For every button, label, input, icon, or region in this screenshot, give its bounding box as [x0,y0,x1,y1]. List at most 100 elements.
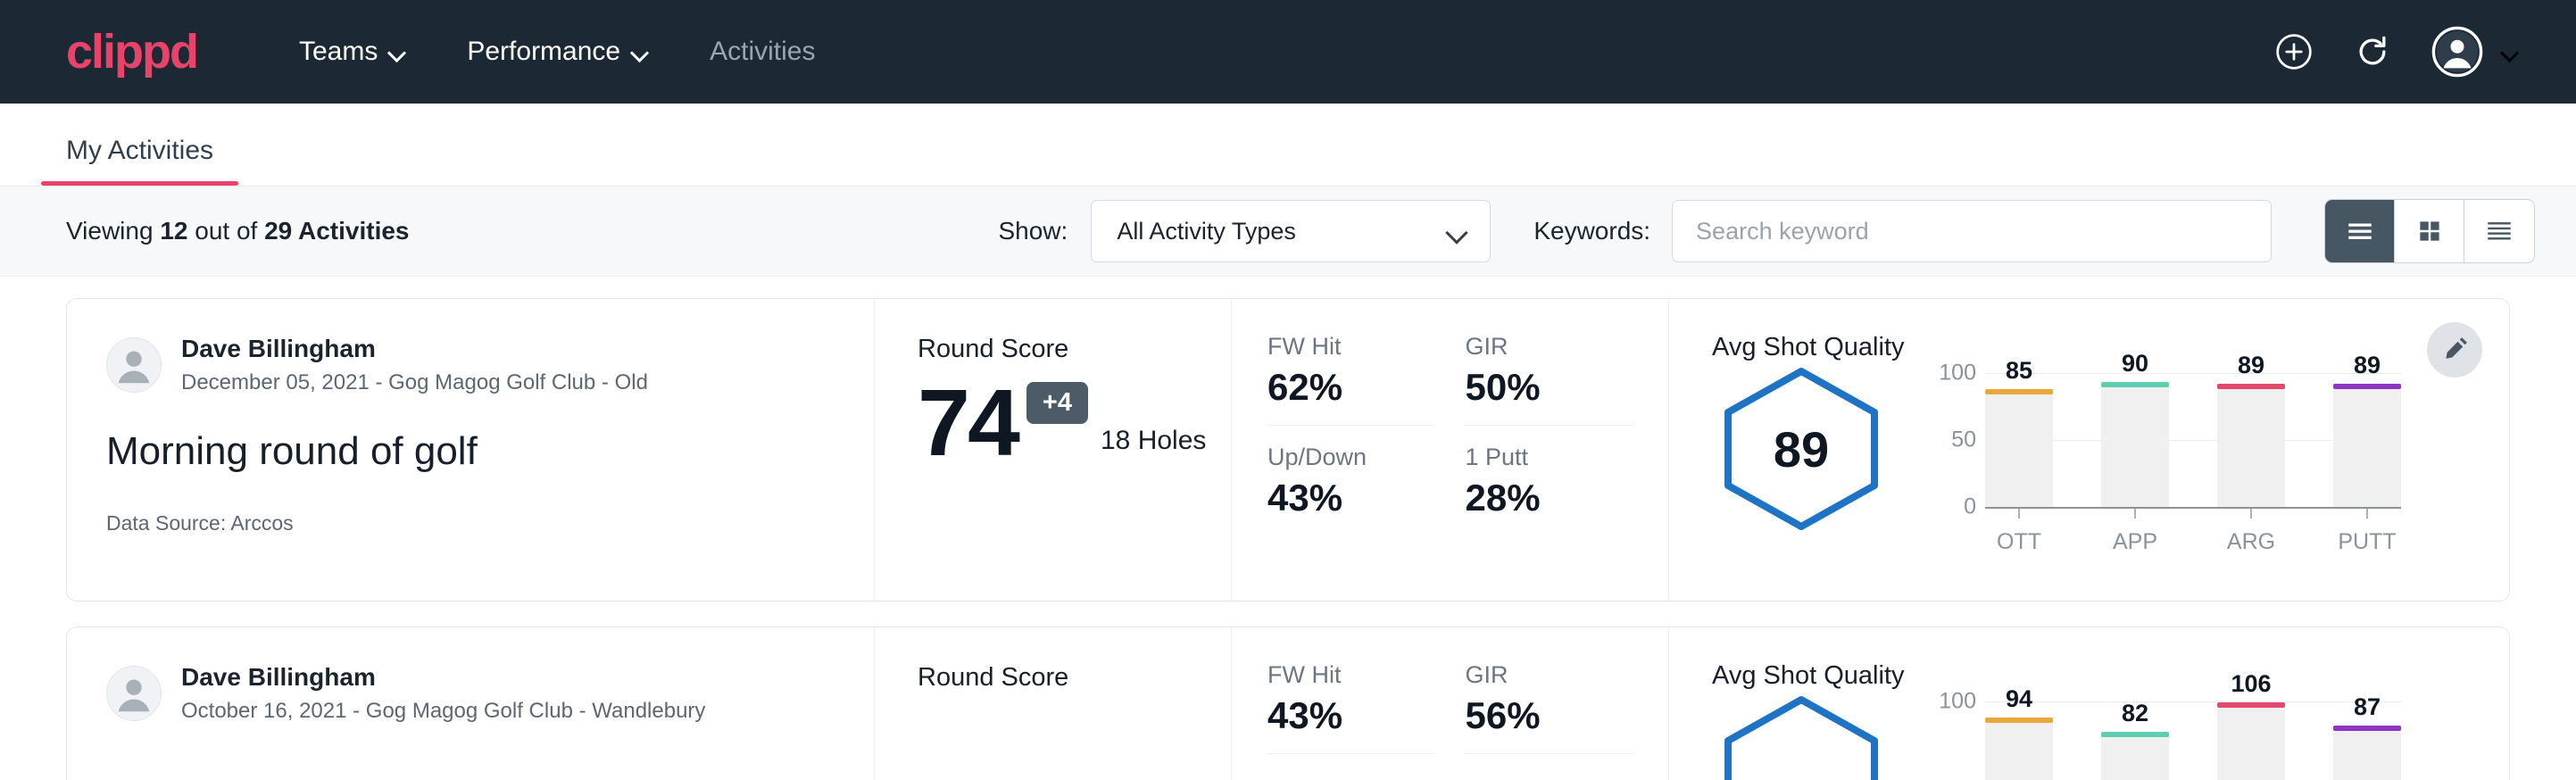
nav-label-activities: Activities [710,37,815,67]
shot-quality-value: 89 [1712,366,1890,532]
stat-label: FW Hit [1267,661,1435,689]
bar-column: 89 [2217,373,2285,507]
avatar [106,337,162,393]
bar-cap [2217,384,2285,389]
tab-strip: My Activities [0,104,2576,187]
round-score-section: Round Score [875,627,1232,780]
keywords-label: Keywords: [1533,217,1650,245]
header-actions [2274,26,2537,78]
bar-column: 82 [2101,701,2169,780]
stat-label: 1 Putt [1466,444,1633,471]
bar-value: 82 [2122,700,2148,727]
stat-fw-hit: FW Hit 62% [1267,333,1435,426]
activity-author: Dave Billingham October 16, 2021 - Gog M… [106,663,835,724]
user-menu-button[interactable] [2431,26,2519,78]
clippd-logo[interactable]: clippd [66,28,197,76]
main-nav: Teams Performance Activities [269,22,845,81]
stat-gir: GIR 50% [1466,333,1633,426]
nav-item-activities[interactable]: Activities [679,22,845,81]
activity-card[interactable]: Dave Billingham October 16, 2021 - Gog M… [66,626,2510,780]
x-tick-label: OTT [1997,529,2041,555]
list-icon [2345,216,2375,246]
shot-quality-value [1712,694,1890,780]
activity-meta: October 16, 2021 - Gog Magog Golf Club -… [181,699,705,724]
user-avatar-icon [2431,26,2483,78]
bar-column: 106 [2217,701,2285,780]
shot-quality-bar-chart: 100 94 82 [1928,694,2401,780]
shot-quality-hexagon [1712,694,1890,780]
show-filter-group: Show: All Activity Types [999,200,1492,262]
chart-y-axis: 100 50 0 [1928,373,1985,507]
search-input[interactable] [1672,200,2272,262]
bar-value: 94 [2006,685,2032,713]
viewing-middle: out of [187,217,264,245]
grid-view-button[interactable] [2395,200,2464,262]
bar [1985,394,2053,508]
chart-plot-area: 85 90 89 [1985,373,2401,555]
shot-quality-hexagon: 89 [1712,366,1890,532]
round-score-label: Round Score [918,335,1231,364]
bar [2333,388,2401,508]
add-activity-button[interactable] [2274,32,2314,71]
nav-item-performance[interactable]: Performance [436,22,679,81]
compact-view-button[interactable] [2464,200,2534,262]
refresh-button[interactable] [2353,32,2392,71]
show-label: Show: [999,217,1068,245]
stat-fw-hit: FW Hit 43% [1267,661,1435,754]
bar-cap [1985,389,2053,394]
stat-label: GIR [1466,661,1633,689]
tab-label: My Activities [66,136,213,165]
activity-type-select[interactable]: All Activity Types [1091,200,1491,262]
activity-author: Dave Billingham December 05, 2021 - Gog … [106,335,835,395]
stat-value: 28% [1466,477,1633,519]
bar [2217,388,2285,508]
stat-one-putt: 1 Putt 28% [1466,444,1633,519]
chevron-down-icon [388,46,406,57]
bar-column: 85 [1985,373,2053,507]
bar-value: 89 [2238,352,2264,379]
y-tick: 100 [1939,361,1976,386]
refresh-icon [2353,32,2392,71]
edit-activity-button[interactable] [2427,322,2482,378]
nav-item-teams[interactable]: Teams [269,22,436,81]
compact-list-icon [2484,216,2514,246]
round-score-value: 74 [918,378,1018,469]
shot-quality-bar-chart: 100 50 0 85 [1928,366,2401,555]
bar-column: 87 [2333,701,2401,780]
activity-summary: Dave Billingham October 16, 2021 - Gog M… [67,627,875,780]
round-score-label: Round Score [918,663,1231,693]
bar-value: 87 [2354,693,2381,721]
list-view-button[interactable] [2325,200,2395,262]
stat-value: 43% [1267,477,1435,519]
y-tick: 50 [1951,427,1976,453]
axis-baseline [1985,507,2401,509]
nav-label-performance: Performance [467,37,620,67]
avg-shot-quality-label: Avg Shot Quality [1712,333,2411,362]
nav-label-teams: Teams [299,37,378,67]
chevron-down-icon [1447,225,1468,237]
stat-label: GIR [1466,333,1633,361]
user-avatar-icon [108,668,160,719]
pencil-icon [2441,336,2468,363]
bar-value: 90 [2122,350,2148,378]
stat-gir: GIR 56% [1466,661,1633,754]
x-tick-label: APP [2113,529,2157,555]
viewing-summary: Viewing 12 out of 29 Activities [66,217,410,245]
bar-cap [2333,726,2401,731]
bar [2333,730,2401,780]
stat-value: 62% [1267,366,1435,409]
stat-up-down: Up/Down 43% [1267,444,1435,519]
viewing-total: 29 Activities [264,217,409,245]
activity-title: Morning round of golf [106,429,835,474]
avg-shot-quality-section: Avg Shot Quality 100 [1669,627,2509,780]
grid-icon [2416,218,2443,245]
x-tick-label: ARG [2227,529,2275,555]
round-stats-grid: FW Hit 43% GIR 56% [1232,627,1669,780]
chevron-down-icon [631,46,649,57]
tab-my-activities[interactable]: My Activities [41,136,238,186]
activity-meta: December 05, 2021 - Gog Magog Golf Club … [181,370,648,395]
avg-shot-quality-label: Avg Shot Quality [1712,661,2411,691]
activity-card[interactable]: Dave Billingham December 05, 2021 - Gog … [66,298,2510,602]
bar-cap [2333,384,2401,389]
author-name: Dave Billingham [181,335,648,363]
